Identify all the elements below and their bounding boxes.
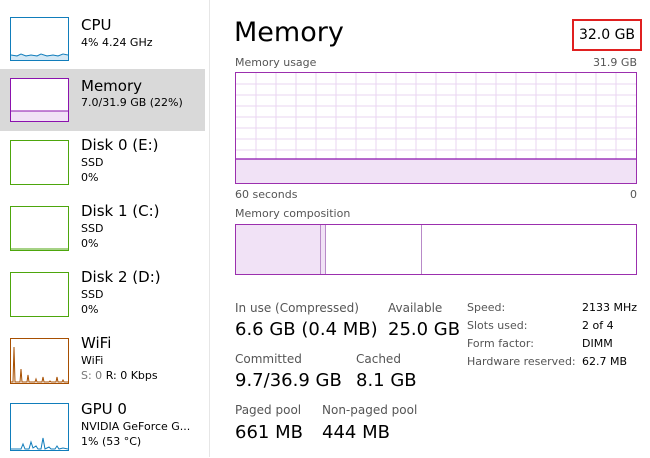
memory-thumbnail-graph [10,78,69,122]
memory-usage-gridlines [236,73,636,183]
in-use-value: 6.6 GB (0.4 MB) [235,319,378,340]
cached-value: 8.1 GB [356,370,417,391]
memory-usage-max: 31.9 GB [592,56,637,69]
available-value: 25.0 GB [388,319,461,340]
sidebar-item-label: Memory [81,77,143,95]
memory-usage-graph [235,72,637,184]
gpu-thumbnail-graph [10,403,69,451]
sidebar-item-usage: 1% (53 °C) [81,435,142,448]
sidebar-item-usage: 0% [81,171,99,184]
composition-modified [321,225,326,274]
hardware-reserved-label: Hardware reserved: [467,355,576,368]
committed-value: 9.7/36.9 GB [235,370,342,391]
sidebar-item-label: Disk 0 (E:) [81,136,159,154]
sidebar-item-type: SSD [81,288,104,301]
sidebar-item-label: Disk 2 (D:) [81,268,161,286]
disk-0-thumbnail-graph [10,140,69,185]
sidebar-item-throughput: S: 0 R: 0 Kbps [81,369,158,383]
composition-in-use [236,225,321,274]
wifi-thumbnail-graph [10,338,69,384]
composition-standby-divider [421,225,422,274]
memory-composition-bar [235,224,637,275]
sidebar-item-cpu[interactable]: CPU 4% 4.24 GHz [0,4,205,66]
sidebar-item-type: SSD [81,156,104,169]
disk-2-thumbnail-graph [10,272,69,317]
memory-composition-label: Memory composition [235,207,351,220]
sidebar: CPU 4% 4.24 GHz Memory 7.0/31.9 GB (22%)… [0,0,210,457]
cached-label: Cached [356,352,401,366]
speed-value: 2133 MHz [582,301,638,314]
receive-rate: R: 0 Kbps [105,369,158,382]
in-use-label: In use (Compressed) [235,301,359,315]
sidebar-item-label: Disk 1 (C:) [81,202,160,220]
sidebar-item-gpu-0[interactable]: GPU 0 NVIDIA GeForce G... 1% (53 °C) [0,396,205,458]
committed-label: Committed [235,352,302,366]
sidebar-item-disk-1[interactable]: Disk 1 (C:) SSD 0% [0,198,205,260]
sidebar-item-disk-0[interactable]: Disk 0 (E:) SSD 0% [0,132,205,194]
sidebar-item-detail: 4% 4.24 GHz [81,36,153,49]
page-title: Memory [234,17,344,48]
sidebar-item-label: WiFi [81,334,112,352]
sidebar-item-type: SSD [81,222,104,235]
cpu-thumbnail-graph [10,17,69,61]
sidebar-item-label: GPU 0 [81,400,127,418]
total-memory-badge: 32.0 GB [572,19,642,51]
memory-usage-label: Memory usage [235,56,317,69]
sidebar-item-detail: 7.0/31.9 GB (22%) [81,96,183,109]
available-label: Available [388,301,443,315]
sidebar-item-adapter: WiFi [81,354,104,367]
paged-pool-value: 661 MB [235,422,303,443]
non-paged-pool-label: Non-paged pool [322,403,418,417]
form-factor-value: DIMM [582,337,613,350]
graph-time-min: 0 [630,188,637,201]
slots-used-value: 2 of 4 [582,319,614,332]
memory-usage-area [236,159,636,183]
form-factor-label: Form factor: [467,337,534,350]
disk-1-thumbnail-graph [10,206,69,251]
sidebar-item-usage: 0% [81,303,99,316]
speed-label: Speed: [467,301,506,314]
sidebar-item-model: NVIDIA GeForce G... [81,420,191,433]
send-rate: S: 0 [81,369,103,382]
paged-pool-label: Paged pool [235,403,302,417]
sidebar-item-usage: 0% [81,237,99,250]
memory-panel: Memory 32.0 GB Memory usage 31.9 GB 60 s… [210,0,650,457]
graph-time-span: 60 seconds [235,188,298,201]
sidebar-item-label: CPU [81,16,112,34]
hardware-reserved-value: 62.7 MB [582,355,628,368]
non-paged-pool-value: 444 MB [322,422,390,443]
slots-used-label: Slots used: [467,319,528,332]
sidebar-item-wifi[interactable]: WiFi WiFi S: 0 R: 0 Kbps [0,330,205,392]
sidebar-item-memory[interactable]: Memory 7.0/31.9 GB (22%) [0,69,205,131]
sidebar-item-disk-2[interactable]: Disk 2 (D:) SSD 0% [0,264,205,326]
